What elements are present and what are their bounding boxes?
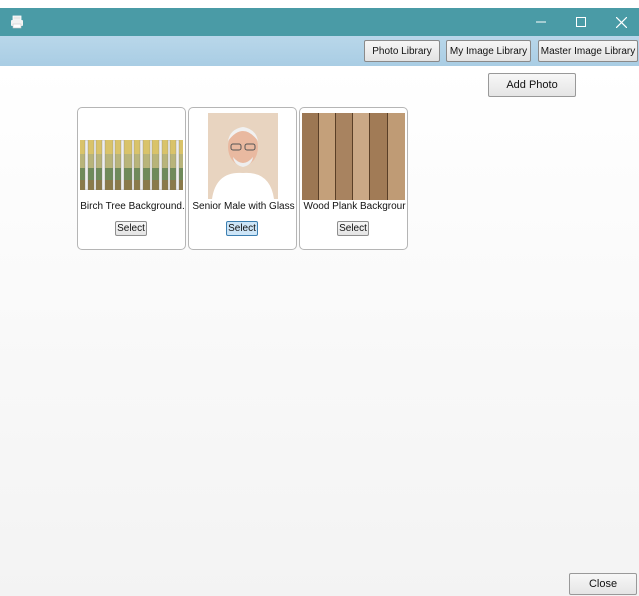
my-image-library-button[interactable]: My Image Library [446, 40, 531, 62]
wood-planks-thumbnail [302, 113, 405, 200]
minimize-button[interactable] [526, 8, 556, 36]
toolbar: Photo Library My Image Library Master Im… [0, 36, 639, 66]
photo-card: Wood Plank Backgrour Select [299, 107, 408, 250]
close-icon [615, 16, 627, 28]
master-image-library-button[interactable]: Master Image Library [538, 40, 638, 62]
minimize-icon [536, 21, 546, 23]
senior-male-portrait-thumbnail [208, 113, 278, 199]
photo-card: Senior Male with Glass Select [188, 107, 297, 250]
library-content: Add Photo Birch Tree Background. Select [0, 66, 639, 596]
card-label: Birch Tree Background. [80, 201, 185, 212]
maximize-button[interactable] [566, 8, 596, 36]
photo-card: Birch Tree Background. Select [77, 107, 186, 250]
close-window-button[interactable] [606, 8, 636, 36]
photo-library-button[interactable]: Photo Library [364, 40, 440, 62]
printer-icon [11, 15, 23, 29]
card-label: Wood Plank Backgrour [303, 201, 406, 212]
select-button[interactable]: Select [337, 221, 369, 236]
add-photo-button[interactable]: Add Photo [488, 73, 576, 97]
close-button[interactable]: Close [569, 573, 637, 595]
select-button[interactable]: Select [115, 221, 147, 236]
card-label: Senior Male with Glass [192, 201, 295, 212]
title-bar [0, 8, 639, 36]
select-button[interactable]: Select [226, 221, 258, 236]
birch-trees-thumbnail [80, 140, 183, 190]
maximize-icon [576, 17, 586, 27]
